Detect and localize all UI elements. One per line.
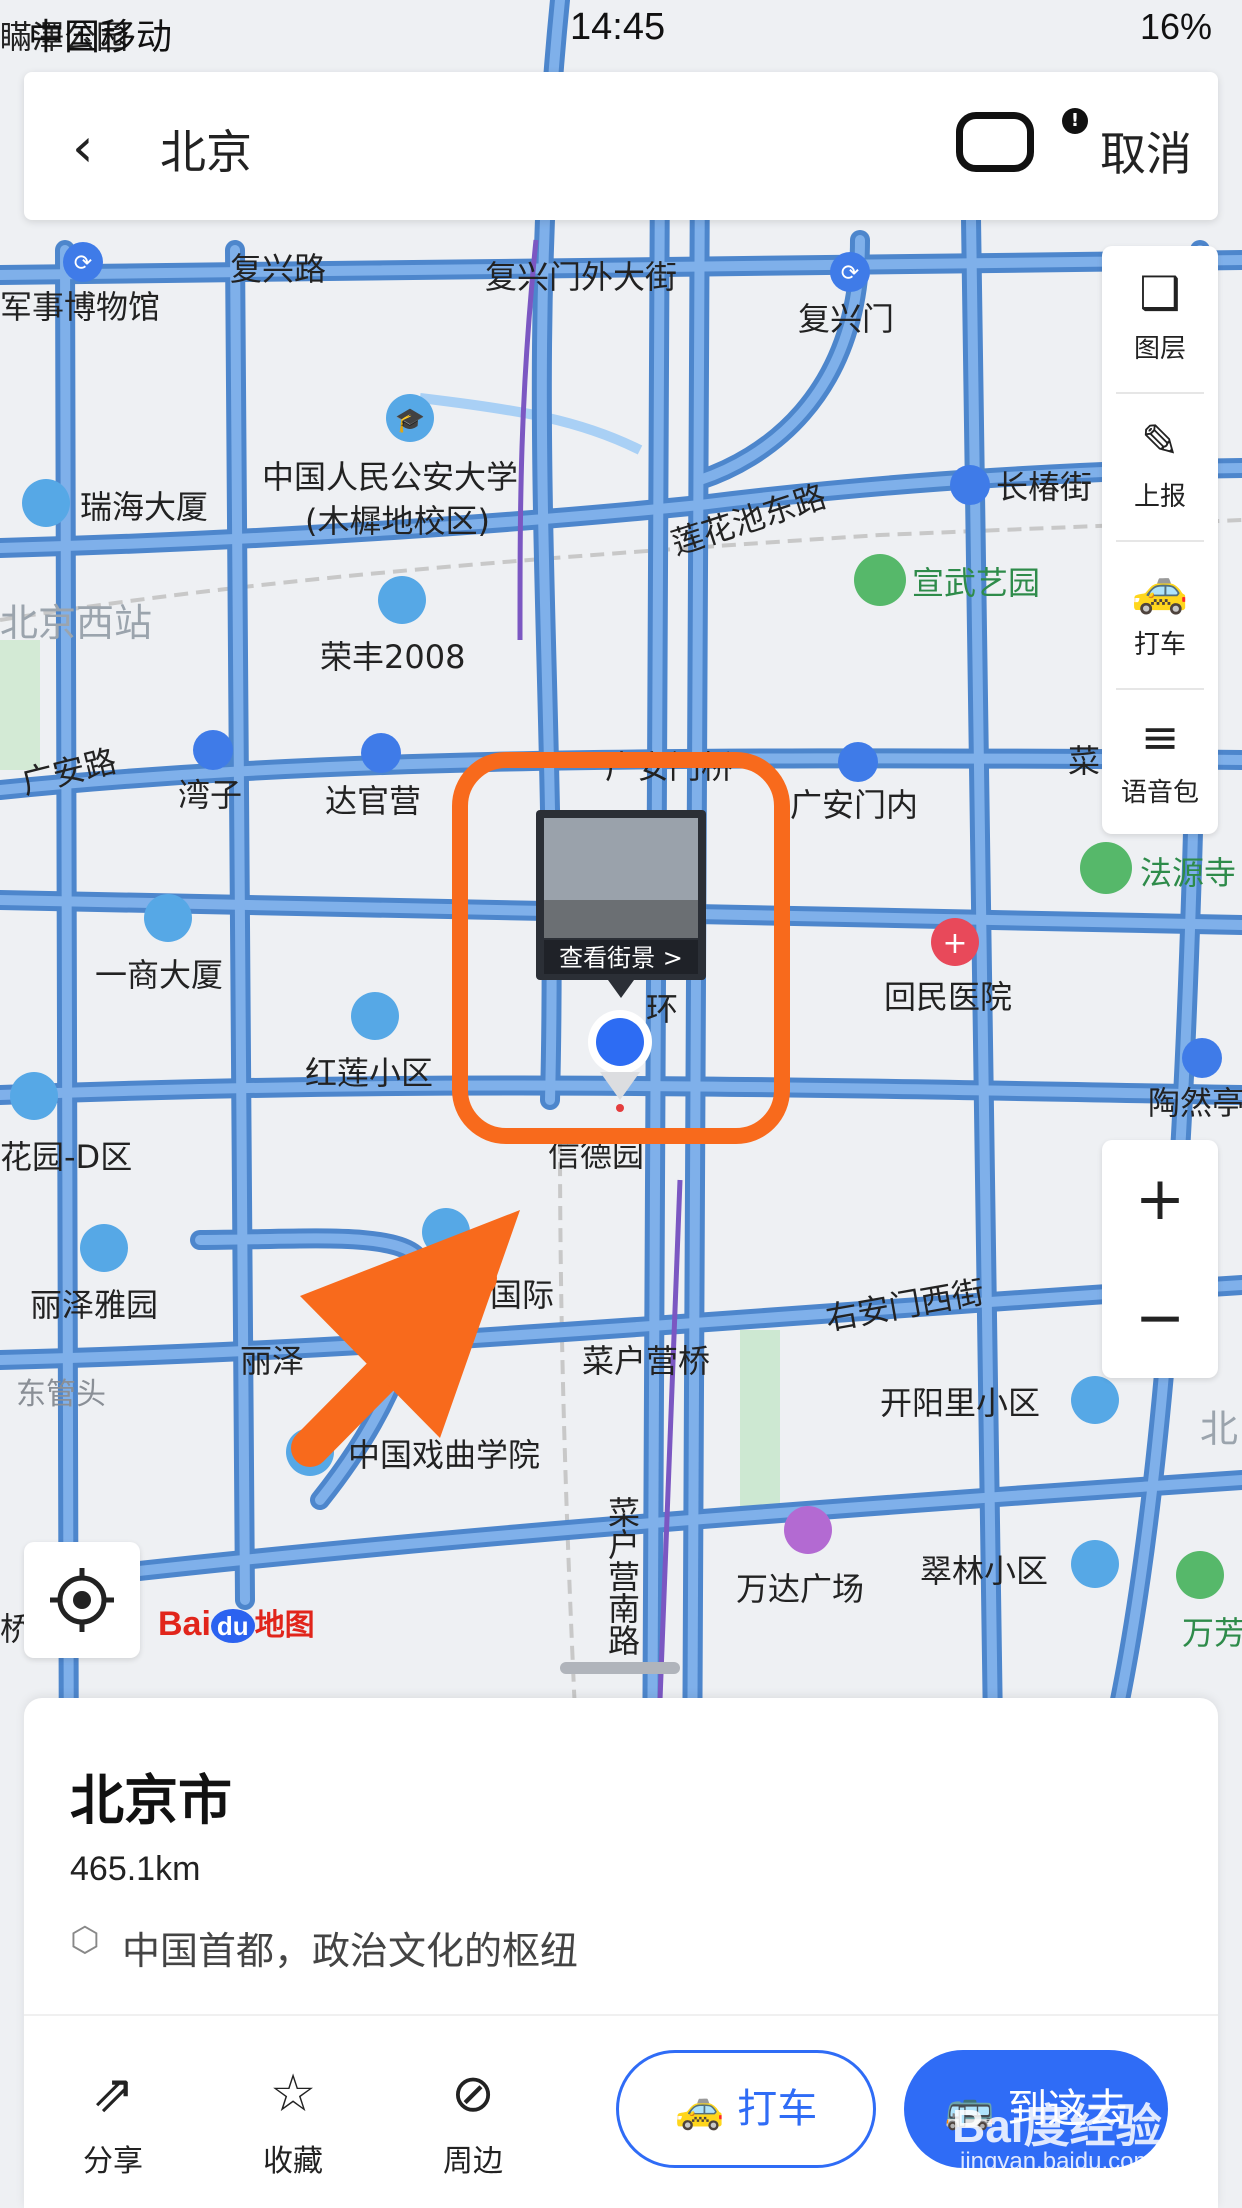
map-label: 法源寺 xyxy=(1140,854,1236,892)
clock: 14:45 xyxy=(570,6,666,48)
assistant-icon[interactable] xyxy=(956,112,1034,172)
compass-icon: ⊘ xyxy=(451,2064,495,2124)
crosshair-icon xyxy=(50,1568,114,1632)
voice-icon: ≡ xyxy=(1140,710,1180,764)
place-description: 中国首都，政治文化的枢纽 xyxy=(122,1929,579,1973)
map-label: 环 xyxy=(646,990,678,1028)
tool-label: 打车 xyxy=(1133,630,1186,660)
zoom-control: + − xyxy=(1102,1140,1218,1378)
map-label: 东管头 xyxy=(16,1377,106,1412)
map-label: 陶然亭 xyxy=(1148,1084,1242,1122)
watermark-url: jingyan.baidu.com xyxy=(960,2148,1154,2175)
taxi-button[interactable]: 🚕 打车 xyxy=(616,2050,876,2168)
voice-pack-button[interactable]: ≡ 语音包 xyxy=(1102,690,1218,836)
battery-level: 16% xyxy=(1139,6,1212,47)
map-label: 翠林小区 xyxy=(920,1552,1048,1590)
tag-icon: ⬡ xyxy=(70,1920,100,1960)
share-icon: ⇗ xyxy=(91,2064,135,2124)
map-label: 湾子 xyxy=(178,776,242,814)
search-header: ‹ 北京 ! 取消 xyxy=(24,72,1218,220)
place-distance: 465.1km xyxy=(70,1850,201,1888)
map-label: 菜 xyxy=(1068,742,1100,780)
map-label: 中国戏曲学院 xyxy=(348,1436,540,1474)
carrier-label: 中国移动 xyxy=(28,16,173,57)
map-label: 丽泽雅园 xyxy=(30,1286,158,1324)
locate-me-button[interactable] xyxy=(24,1542,140,1658)
map-label: 军事博物馆 xyxy=(0,288,160,326)
map-label: 宣武艺园 xyxy=(912,564,1040,602)
svg-text:+: + xyxy=(942,926,967,961)
map-label: 北 xyxy=(1200,1407,1238,1451)
svg-text:⟳: ⟳ xyxy=(841,261,859,286)
search-title[interactable]: 北京 xyxy=(160,116,252,182)
watermark: Bai度经验 xyxy=(952,2100,1162,2152)
tool-label: 上报 xyxy=(1133,482,1186,512)
map-label: 复兴门外大街 xyxy=(485,258,677,296)
map-label: 花园-D区 xyxy=(0,1138,132,1176)
map-label: 中国人民公安大学 xyxy=(262,458,518,496)
svg-text:⟳: ⟳ xyxy=(74,251,92,276)
star-icon: ☆ xyxy=(269,2064,317,2124)
map-label: 达官营 xyxy=(325,782,421,820)
drag-handle[interactable] xyxy=(560,1662,680,1674)
favorite-button[interactable]: ☆ 收藏 xyxy=(228,2062,358,2180)
report-button[interactable]: ✎ 上报 xyxy=(1102,394,1218,540)
map-label: 荣丰2008 xyxy=(320,638,465,676)
map-label: 国际 xyxy=(490,1276,554,1314)
taxi-tool-button[interactable]: 🚕 打车 xyxy=(1102,542,1218,688)
svg-text:🎓: 🎓 xyxy=(395,406,425,434)
cancel-button[interactable]: 取消 xyxy=(1100,118,1192,184)
map-label: 复兴门 xyxy=(798,300,894,338)
report-edit-icon: ✎ xyxy=(1140,414,1180,468)
map-label: 一商大厦 xyxy=(95,956,223,994)
zoom-in-button[interactable]: + xyxy=(1102,1140,1218,1259)
svg-text:查看街景 >: 查看街景 > xyxy=(559,944,683,972)
map-label: (木樨地校区) xyxy=(305,502,490,540)
nearby-button[interactable]: ⊘ 周边 xyxy=(408,2062,538,2180)
place-name: 北京市 xyxy=(70,1769,232,1832)
map-label: 菜户营南路 xyxy=(603,1496,641,1656)
map-tool-panel: ❑ 图层 ✎ 上报 🚕 打车 ≡ 语音包 xyxy=(1102,246,1218,834)
map-label: 长椿街 xyxy=(996,468,1092,506)
map-label: 瑞海大厦 xyxy=(80,488,208,526)
action-label: 周边 xyxy=(443,2144,503,2179)
status-bar: 中国移动 14:45 16% xyxy=(0,0,1242,60)
action-label: 分享 xyxy=(83,2144,143,2179)
share-button[interactable]: ⇗ 分享 xyxy=(48,2062,178,2180)
chevron-left-icon[interactable]: ‹ xyxy=(72,116,94,179)
layers-icon: ❑ xyxy=(1139,266,1181,320)
zoom-out-button[interactable]: − xyxy=(1102,1259,1218,1378)
divider xyxy=(24,2014,1218,2016)
alert-badge-icon: ! xyxy=(1062,108,1088,134)
map-label: 广安门内 xyxy=(790,786,918,824)
map-label: 菜户营桥 xyxy=(582,1342,710,1380)
map-label: 红莲小区 xyxy=(305,1054,433,1092)
map-label: 北京西站 xyxy=(0,601,152,645)
layers-button[interactable]: ❑ 图层 xyxy=(1102,246,1218,392)
streetview-thumbnail[interactable]: 查看街景 > xyxy=(536,810,706,998)
map-label: 回民医院 xyxy=(884,978,1012,1016)
baidu-map-logo: Bai du 地图 xyxy=(158,1605,315,1643)
map-label: 开阳里小区 xyxy=(880,1384,1040,1422)
taxi-icon: 🚕 xyxy=(1131,562,1189,616)
map-label: 万达广场 xyxy=(736,1570,864,1608)
map-label: 丽泽 xyxy=(240,1342,304,1380)
map-label: 复兴路 xyxy=(230,250,326,288)
tool-label: 语音包 xyxy=(1120,778,1199,808)
taxi-icon: 🚕 xyxy=(674,2086,738,2132)
action-label: 收藏 xyxy=(263,2144,323,2179)
taxi-label: 打车 xyxy=(737,2086,818,2132)
map-label: 万芳 xyxy=(1182,1614,1242,1652)
tool-label: 图层 xyxy=(1133,334,1186,364)
